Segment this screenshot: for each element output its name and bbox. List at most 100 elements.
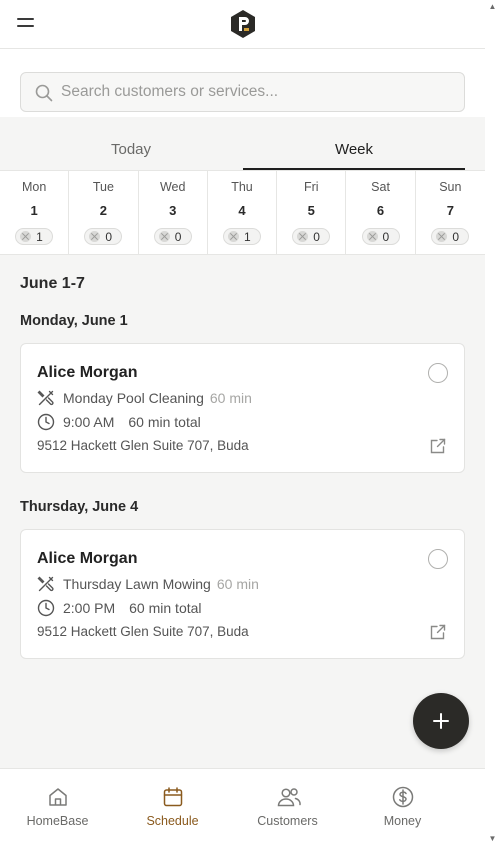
customer-name: Alice Morgan (37, 364, 138, 381)
job-card[interactable]: Alice Morgan Monday Pool Cleaning 60 min… (20, 343, 465, 473)
job-total-duration: 60 min total (128, 414, 201, 430)
complete-checkbox[interactable] (428, 363, 448, 383)
day-name: Sun (439, 180, 462, 194)
service-row: Thursday Lawn Mowing 60 min (37, 575, 259, 593)
top-bar (0, 0, 485, 49)
nav-label: Customers (257, 814, 318, 828)
nav-label: HomeBase (26, 814, 89, 828)
scroll-down-icon[interactable]: ▼ (485, 834, 500, 843)
day-cell-thu[interactable]: Thu 4 1 (208, 171, 278, 255)
date-group-heading: Monday, June 1 (20, 313, 128, 329)
date-group-heading: Thursday, June 4 (20, 499, 139, 515)
day-cell-sat[interactable]: Sat 6 0 (346, 171, 416, 255)
job-count: 0 (105, 230, 113, 244)
job-count-badge: 1 (15, 228, 54, 245)
job-card[interactable]: Alice Morgan Thursday Lawn Mowing 60 min… (20, 529, 465, 659)
tools-icon (37, 390, 54, 406)
service-row: Monday Pool Cleaning 60 min (37, 389, 252, 407)
day-cell-mon[interactable]: Mon 1 1 (0, 171, 70, 255)
service-duration: 60 min (216, 576, 259, 592)
tools-icon (366, 231, 378, 242)
day-number: 4 (238, 203, 246, 218)
scrollbar[interactable]: ▲ ▼ (485, 0, 500, 845)
day-name: Wed (159, 180, 186, 194)
complete-checkbox[interactable] (428, 549, 448, 569)
nav-item-customers[interactable]: Customers (230, 769, 345, 845)
job-address: 9512 Hackett Glen Suite 707, Buda (37, 438, 249, 453)
job-time: 2:00 PM (63, 600, 116, 616)
tools-icon (89, 231, 101, 242)
calendar-icon (163, 787, 183, 807)
home-icon (49, 788, 67, 806)
week-strip: Mon 1 1 Tue 2 0 Wed 3 0 Thu 4 1 Fri 5 0 … (0, 170, 485, 255)
nav-label: Schedule (146, 814, 199, 828)
job-count-badge: 0 (292, 228, 331, 245)
job-count: 0 (382, 230, 390, 244)
day-number: 1 (30, 203, 38, 218)
external-link-icon[interactable] (429, 437, 447, 455)
add-job-button[interactable] (413, 693, 469, 749)
hamburger-icon-line (17, 25, 34, 27)
tools-icon (436, 231, 448, 242)
nav-item-money[interactable]: Money (345, 769, 460, 845)
tools-icon (297, 231, 309, 242)
job-count-badge: 0 (84, 228, 123, 245)
job-count: 0 (174, 230, 182, 244)
day-number: 5 (307, 203, 315, 218)
nav-item-homebase[interactable]: HomeBase (0, 769, 115, 845)
day-name: Sat (371, 180, 390, 194)
dollar-circle-icon (392, 786, 414, 808)
job-time: 9:00 AM (63, 414, 115, 430)
clock-icon (37, 413, 55, 431)
day-number: 2 (99, 203, 108, 218)
tools-icon (37, 576, 54, 592)
day-cell-tue[interactable]: Tue 2 0 (69, 171, 139, 255)
day-number: 3 (169, 203, 177, 218)
menu-button[interactable] (17, 15, 35, 33)
bottom-nav: HomeBase Schedule Customers Money (0, 768, 485, 845)
job-count: 1 (243, 230, 251, 244)
job-count-badge: 1 (222, 228, 261, 245)
tab-week[interactable]: Week (243, 137, 465, 170)
clock-icon (37, 599, 55, 617)
job-count-badge: 0 (361, 228, 400, 245)
day-cell-sun[interactable]: Sun 7 0 (416, 171, 485, 255)
job-total-duration: 60 min total (129, 600, 202, 616)
day-name: Thu (231, 180, 253, 194)
nav-item-schedule[interactable]: Schedule (115, 769, 230, 845)
job-count: 0 (452, 230, 460, 244)
job-address: 9512 Hackett Glen Suite 707, Buda (37, 624, 249, 639)
tools-icon (227, 231, 239, 242)
search-box (20, 72, 465, 112)
day-number: 7 (446, 203, 454, 218)
service-duration: 60 min (209, 390, 252, 406)
scroll-up-icon[interactable]: ▲ (485, 2, 500, 11)
customer-name: Alice Morgan (37, 550, 138, 567)
day-name: Mon (21, 180, 47, 194)
tab-today[interactable]: Today (20, 137, 242, 170)
hamburger-icon (17, 18, 34, 20)
tools-icon (20, 231, 32, 242)
users-icon (277, 788, 301, 807)
job-count-badge: 0 (153, 228, 192, 245)
day-name: Tue (92, 180, 114, 194)
search-input[interactable] (61, 73, 456, 111)
time-row: 9:00 AM 60 min total (37, 413, 201, 431)
job-count: 0 (313, 230, 320, 244)
day-cell-wed[interactable]: Wed 3 0 (139, 171, 208, 255)
date-range-title: June 1-7 (20, 275, 85, 292)
view-tabs: Today Week (20, 137, 465, 170)
nav-label: Money (383, 814, 422, 828)
day-number: 6 (376, 203, 385, 218)
external-link-icon[interactable] (429, 623, 447, 641)
search-section (0, 49, 485, 117)
job-count: 1 (36, 230, 43, 244)
search-icon (35, 84, 53, 102)
logo-icon (231, 10, 255, 38)
time-row: 2:00 PM 60 min total (37, 599, 202, 617)
service-name: Thursday Lawn Mowing (63, 576, 211, 592)
service-name: Monday Pool Cleaning (63, 390, 204, 406)
day-name: Fri (303, 180, 319, 194)
day-cell-fri[interactable]: Fri 5 0 (277, 171, 347, 255)
app-root: Today Week Mon 1 1 Tue 2 0 Wed 3 0 Thu 4… (0, 0, 485, 845)
